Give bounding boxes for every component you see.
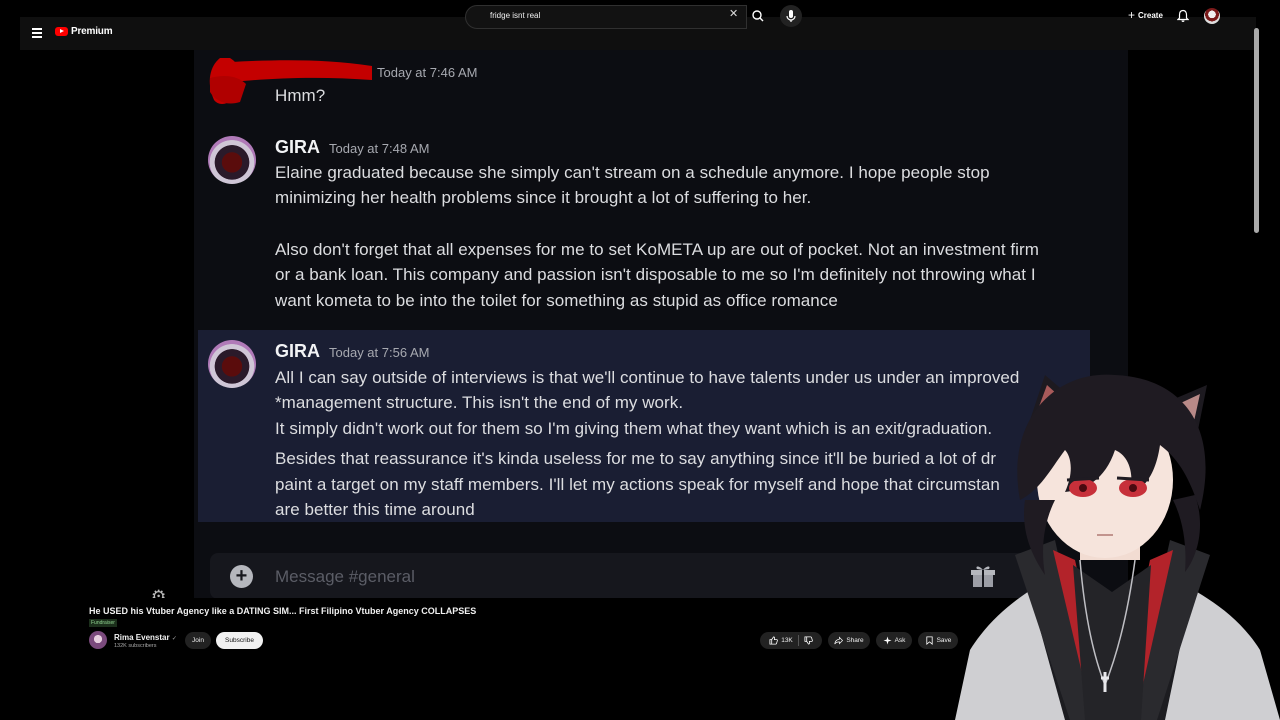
ask-label: Ask xyxy=(894,637,906,644)
share-icon xyxy=(834,636,844,645)
message-placeholder[interactable]: Message #general xyxy=(275,567,415,587)
message-line: paint a target on my staff members. I'll… xyxy=(275,475,1000,494)
plus-icon: + xyxy=(1128,8,1136,22)
share-label: Share xyxy=(846,637,864,644)
message-timestamp: Today at 7:56 AM xyxy=(329,345,430,360)
message-line: All I can say outside of interviews is t… xyxy=(275,368,1020,387)
share-button[interactable]: Share xyxy=(828,632,870,649)
message-line: are better this time around xyxy=(275,500,475,519)
logo-text: Premium xyxy=(71,26,113,37)
channel-avatar[interactable] xyxy=(89,631,107,649)
thumbs-down-icon[interactable] xyxy=(804,636,813,645)
account-avatar[interactable] xyxy=(1204,8,1220,24)
channel-name-text[interactable]: Rima Evenstar xyxy=(114,633,170,642)
notifications-bell-icon[interactable] xyxy=(1177,9,1189,23)
youtube-play-icon xyxy=(55,27,68,36)
message-header: GIRA Today at 7:48 AM xyxy=(275,137,429,158)
vtuber-model-illustration xyxy=(955,374,1280,720)
fundraiser-badge[interactable]: Fundraiser xyxy=(89,619,117,627)
message-line: Besides that reassurance it's kinda usel… xyxy=(275,449,997,468)
message-line: It simply didn't work out for them so I'… xyxy=(275,419,993,438)
page-scrollbar[interactable] xyxy=(1254,28,1259,233)
message-line: Elaine graduated because she simply can'… xyxy=(275,163,990,182)
message-line: or a bank loan. This company and passion… xyxy=(275,265,1036,284)
create-label: Create xyxy=(1138,10,1163,20)
menu-icon[interactable] xyxy=(32,28,42,38)
thumbs-up-icon[interactable] xyxy=(769,636,779,645)
gira-avatar[interactable] xyxy=(208,340,256,388)
microphone-icon[interactable] xyxy=(780,5,802,27)
add-attachment-icon[interactable]: + xyxy=(230,565,253,588)
message-line: minimizing her health problems since it … xyxy=(275,188,812,207)
join-button[interactable]: Join xyxy=(185,632,211,649)
message-line: Also don't forget that all expenses for … xyxy=(275,240,1039,259)
message-author[interactable]: GIRA xyxy=(275,341,320,362)
like-dislike-group: 13K xyxy=(760,632,822,649)
video-title: He USED his Vtuber Agency like a DATING … xyxy=(89,606,477,616)
message-text: Hmm? xyxy=(275,86,326,105)
search-query[interactable]: fridge isnt real xyxy=(490,11,540,20)
ask-button[interactable]: Ask xyxy=(876,632,912,649)
message-header: GIRA Today at 7:56 AM xyxy=(275,341,429,362)
verified-icon: ✓ xyxy=(171,636,177,642)
subscribe-button[interactable]: Subscribe xyxy=(216,632,263,649)
save-icon xyxy=(925,636,933,645)
message-timestamp: Today at 7:46 AM xyxy=(377,65,478,80)
create-button[interactable]: + Create xyxy=(1128,8,1163,22)
channel-name[interactable]: Rima Evenstar ✓ xyxy=(114,633,177,642)
like-count[interactable]: 13K xyxy=(781,637,793,644)
subscriber-count: 132K subscribers xyxy=(114,643,157,649)
message-timestamp: Today at 7:48 AM xyxy=(329,141,430,156)
message-line: *management structure. This isn't the en… xyxy=(275,393,684,412)
like-separator xyxy=(797,635,799,646)
youtube-logo[interactable]: Premium xyxy=(55,26,113,37)
search-icon[interactable] xyxy=(748,7,768,25)
gira-avatar[interactable] xyxy=(208,136,256,184)
clear-search-icon[interactable]: ✕ xyxy=(729,9,738,20)
message-line: want kometa to be into the toilet for so… xyxy=(275,291,838,310)
message-author[interactable]: GIRA xyxy=(275,137,320,158)
sparkle-icon xyxy=(883,636,892,645)
